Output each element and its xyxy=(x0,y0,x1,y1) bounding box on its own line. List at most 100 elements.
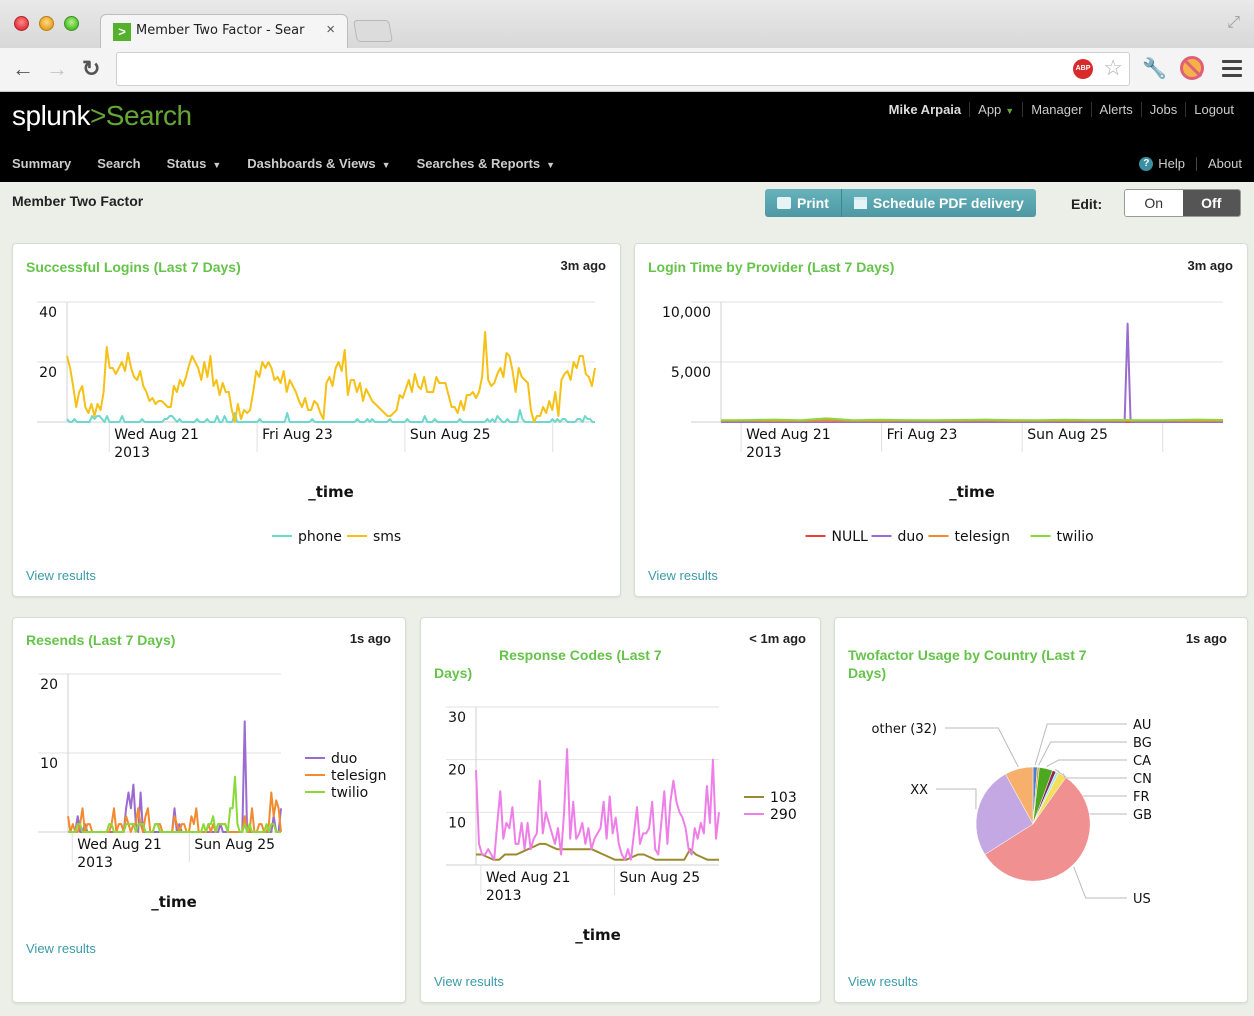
jobs-link[interactable]: Jobs xyxy=(1140,102,1185,117)
x-tick-label: Sun Aug 25 xyxy=(1027,427,1108,443)
logout-link[interactable]: Logout xyxy=(1185,102,1242,117)
page-title: Member Two Factor xyxy=(12,193,144,209)
login-time-chart: 5,000 10,000 Wed Aug 21 2013 Fri Aug 23 Sun A… xyxy=(662,301,1224,545)
nav-searches-label: Searches & Reports xyxy=(416,156,541,171)
app-menu-link[interactable]: App ▼ xyxy=(969,102,1022,117)
print-button[interactable]: Print xyxy=(765,189,841,217)
panel-resends: Resends (Last 7 Days) 1s ago 10 20 Wed Aug… xyxy=(12,617,406,1003)
pie-label: other (32) xyxy=(872,722,937,737)
back-arrow-icon[interactable]: ← xyxy=(12,56,34,82)
x-tick-label: Wed Aug 21 xyxy=(486,870,571,886)
logo-text: splunk xyxy=(12,100,90,131)
close-window-button[interactable] xyxy=(14,16,29,31)
pie-leader-line xyxy=(1054,768,1127,779)
view-results-link[interactable]: View results xyxy=(648,568,718,583)
fullscreen-icon[interactable]: ⤢ xyxy=(1227,14,1240,32)
nav-status-label: Status xyxy=(166,156,207,171)
pie-label: CN xyxy=(1133,772,1152,787)
pie-label: BG xyxy=(1133,736,1152,751)
caret-down-icon: ▼ xyxy=(381,160,391,170)
tab-close-icon[interactable]: × xyxy=(326,21,335,38)
export-button-group: Print Schedule PDF delivery xyxy=(765,189,1036,217)
y-tick-label: 40 xyxy=(39,305,57,321)
printer-icon xyxy=(777,197,791,209)
legend-label: 103 xyxy=(770,790,797,806)
nav-dashboards-label: Dashboards & Views xyxy=(247,156,376,171)
x-tick-label: Wed Aug 21 xyxy=(746,427,831,443)
alerts-link[interactable]: Alerts xyxy=(1090,102,1141,117)
view-results-link[interactable]: View results xyxy=(26,941,96,956)
view-results-link[interactable]: View results xyxy=(848,974,918,989)
panel-login-time-by-provider: Login Time by Provider (Last 7 Days) 3m … xyxy=(634,243,1248,597)
menu-icon[interactable] xyxy=(1222,60,1242,81)
legend-label: sms xyxy=(373,529,401,545)
app-header: splunk>Search Mike Arpaia App ▼ Manager A… xyxy=(0,92,1254,182)
main-nav: Summary Search Status ▼ Dashboards & View… xyxy=(12,156,555,171)
zoom-window-button[interactable] xyxy=(64,16,79,31)
x-axis-title: _time xyxy=(949,483,995,501)
x-tick-label: Sun Aug 25 xyxy=(410,427,491,443)
nav-dashboards-views[interactable]: Dashboards & Views ▼ xyxy=(247,156,390,171)
pie-label: CA xyxy=(1133,754,1151,769)
view-results-link[interactable]: View results xyxy=(434,974,504,989)
adblock-icon[interactable]: ABP xyxy=(1073,59,1093,79)
y-tick-label: 20 xyxy=(448,763,466,779)
y-tick-label: 30 xyxy=(448,710,466,726)
panel-successful-logins: Successful Logins (Last 7 Days) 3m ago 2… xyxy=(12,243,621,597)
pie-leader-line xyxy=(1073,866,1127,899)
x-tick-label: Wed Aug 21 xyxy=(77,837,162,853)
splunk-logo[interactable]: splunk>Search xyxy=(12,100,192,132)
caret-down-icon: ▼ xyxy=(546,160,556,170)
y-tick-label: 10 xyxy=(448,815,466,831)
forward-arrow-icon[interactable]: → xyxy=(46,56,68,82)
legend-label: duo xyxy=(331,751,357,767)
x-tick-label: Wed Aug 21 xyxy=(114,427,199,443)
user-name-link[interactable]: Mike Arpaia xyxy=(881,102,970,117)
reload-icon[interactable]: ↻ xyxy=(82,56,100,82)
caret-down-icon: ▼ xyxy=(212,160,222,170)
schedule-pdf-button[interactable]: Schedule PDF delivery xyxy=(840,189,1036,217)
bookmark-star-icon[interactable]: ☆ xyxy=(1103,55,1123,81)
series-line-sms xyxy=(66,331,596,423)
x-tick-sublabel: 2013 xyxy=(746,445,782,461)
x-tick-label: Fri Aug 23 xyxy=(887,427,958,443)
legend-label: twilio xyxy=(1057,529,1094,545)
x-axis-title: _time xyxy=(308,483,354,501)
app-name: Search xyxy=(105,100,192,131)
edit-label: Edit: xyxy=(1071,196,1103,212)
legend-label: NULL xyxy=(832,529,869,545)
minimize-window-button[interactable] xyxy=(39,16,54,31)
wrench-icon[interactable]: 🔧 xyxy=(1142,56,1167,81)
response-codes-chart: 10 20 30 Wed Aug 21 2013 Sun Aug 25 _time 10329… xyxy=(446,706,797,944)
legend-label: duo xyxy=(898,529,924,545)
x-tick-label: Fri Aug 23 xyxy=(262,427,333,443)
app-menu-label: App xyxy=(978,102,1002,117)
series-line-twilio xyxy=(720,417,1224,422)
edit-on-option[interactable]: On xyxy=(1125,190,1183,216)
help-link[interactable]: Help xyxy=(1158,156,1185,171)
pie-label: FR xyxy=(1133,790,1150,805)
x-tick-label: Sun Aug 25 xyxy=(194,837,275,853)
new-tab-button[interactable] xyxy=(353,20,393,42)
nav-summary[interactable]: Summary xyxy=(12,156,71,171)
print-label: Print xyxy=(797,195,829,211)
successful-logins-chart: 20 40 Wed Aug 21 2013 Fri Aug 23 Sun Aug 25 _t… xyxy=(37,301,596,545)
x-axis-title: _time xyxy=(151,893,197,911)
blocked-extension-icon[interactable] xyxy=(1180,56,1204,80)
nav-status[interactable]: Status ▼ xyxy=(167,156,222,171)
view-results-link[interactable]: View results xyxy=(26,568,96,583)
address-bar[interactable]: ABP ☆ xyxy=(116,52,1130,86)
y-tick-label: 20 xyxy=(39,365,57,381)
manager-link[interactable]: Manager xyxy=(1022,102,1090,117)
nav-searches-reports[interactable]: Searches & Reports ▼ xyxy=(417,156,555,171)
y-tick-label: 10 xyxy=(40,756,58,772)
series-line-103 xyxy=(476,842,719,861)
edit-off-option[interactable]: Off xyxy=(1182,190,1240,216)
x-tick-sublabel: 2013 xyxy=(486,888,522,904)
usage-by-country-pie: AU BG CA CN FR GB US XX other (32) xyxy=(872,718,1152,907)
browser-tab[interactable]: > Member Two Factor - Sear × xyxy=(100,14,348,48)
x-tick-sublabel: 2013 xyxy=(77,855,113,871)
nav-search[interactable]: Search xyxy=(97,156,140,171)
about-link[interactable]: About xyxy=(1208,156,1242,171)
legend-label: 290 xyxy=(770,807,797,823)
